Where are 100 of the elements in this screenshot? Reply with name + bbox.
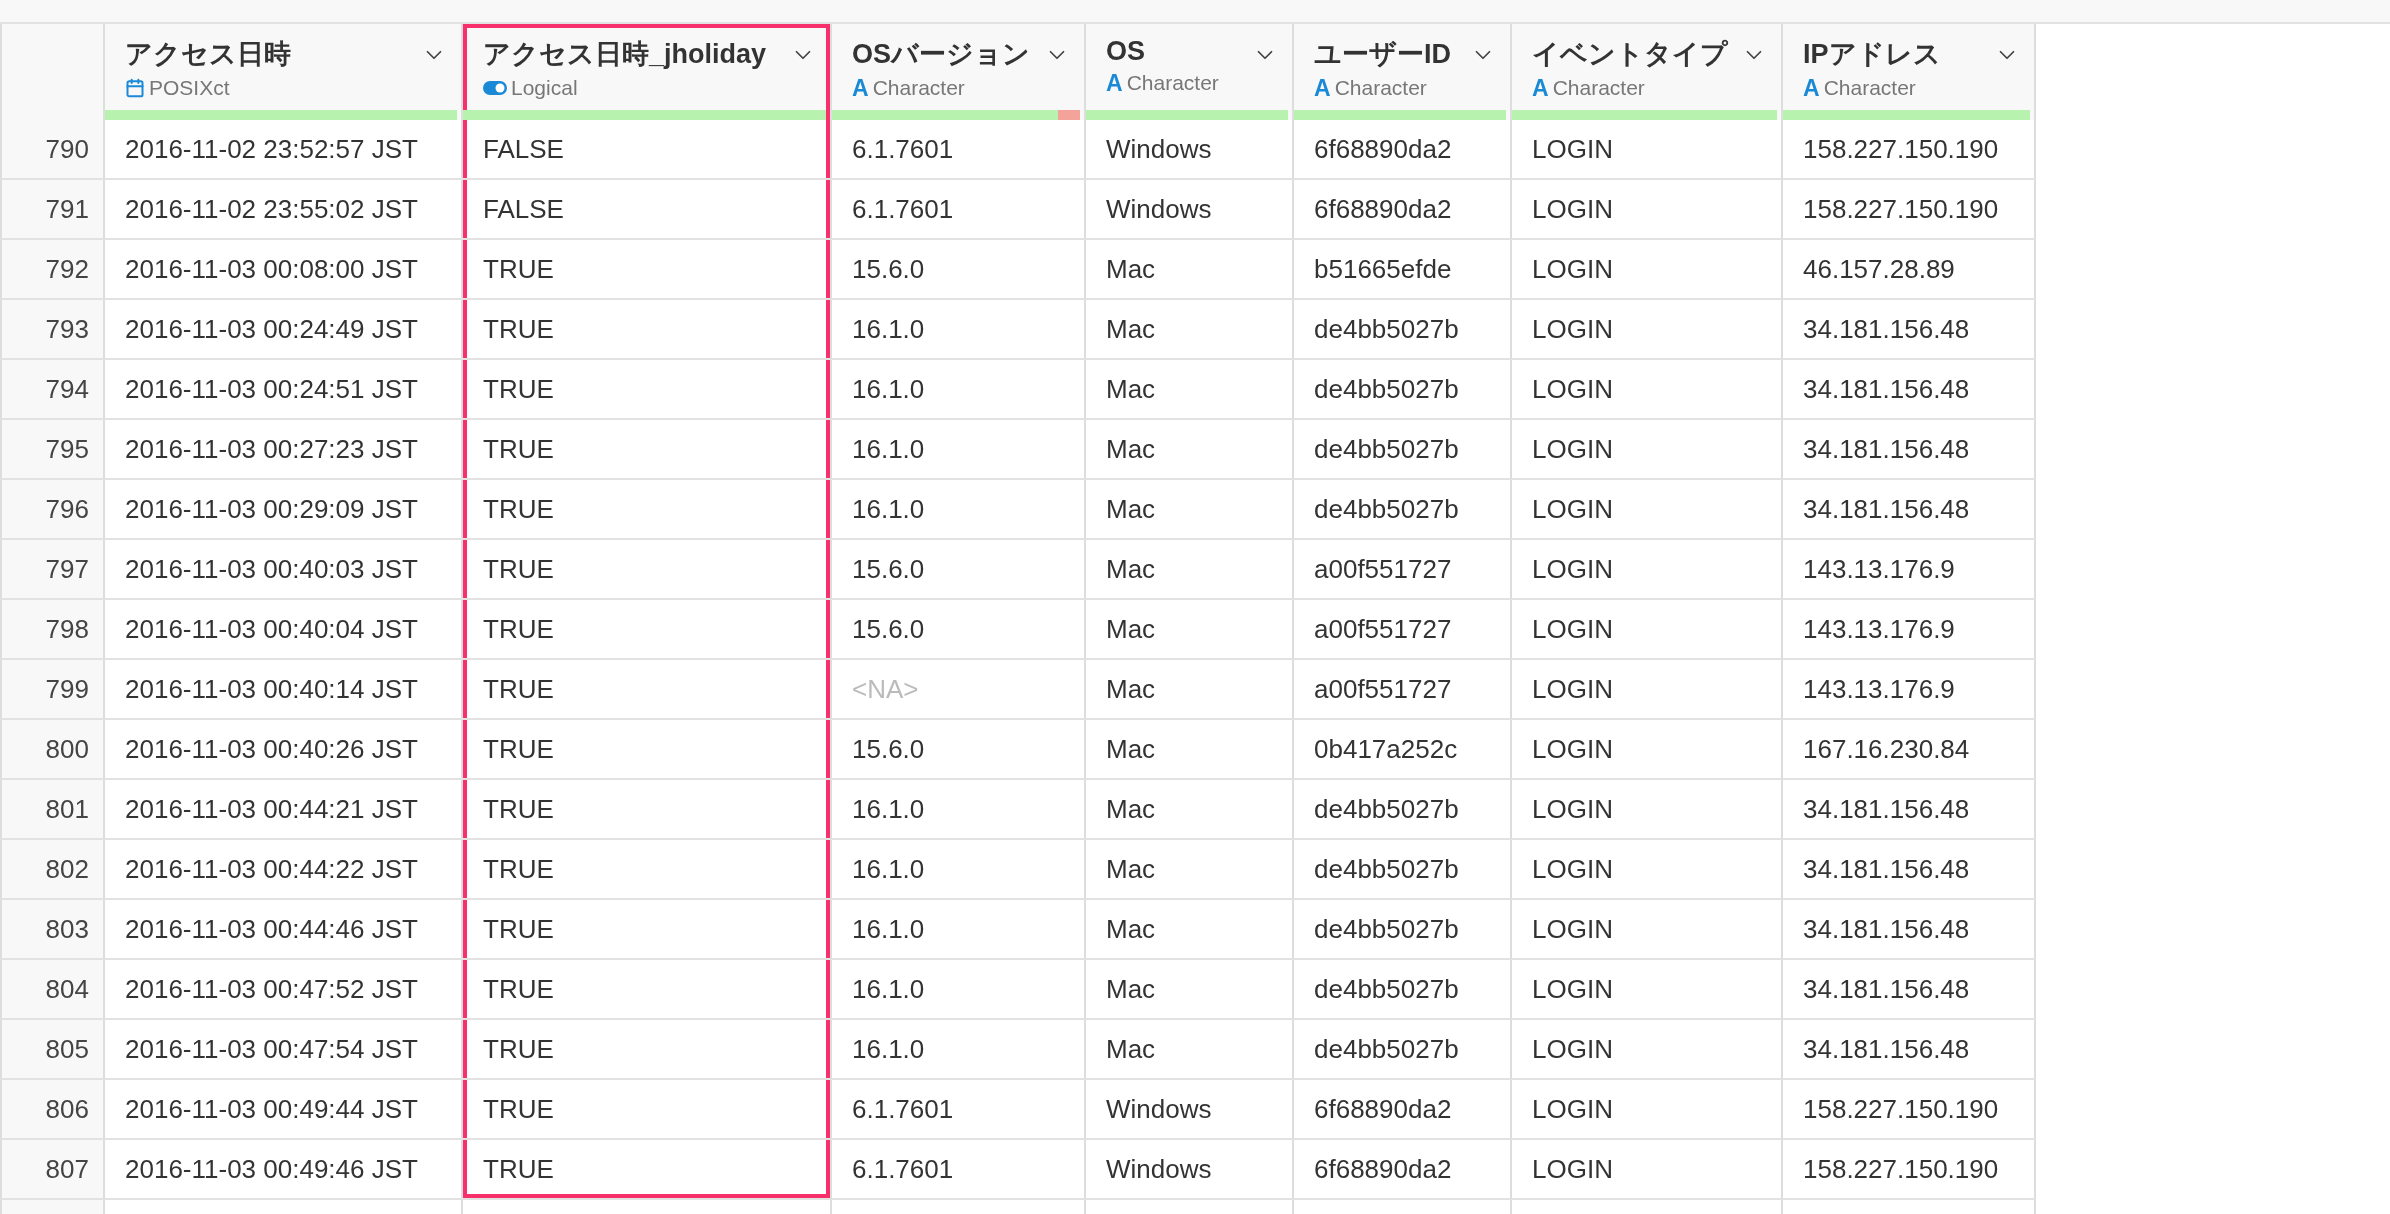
table-cell: 34.181.156.48 bbox=[1783, 1020, 2036, 1080]
table-cell: de4bb5027b bbox=[1294, 420, 1512, 480]
column-type-label: Logical bbox=[511, 76, 578, 100]
table-cell: TRUE bbox=[463, 1080, 832, 1140]
table-cell: LOGIN bbox=[1512, 960, 1783, 1020]
table-cell: 2016-11-03 00:40:03 JST bbox=[105, 540, 463, 600]
table-cell: TRUE bbox=[463, 240, 832, 300]
table-cell: LOGIN bbox=[1512, 600, 1783, 660]
character-type-icon: A bbox=[852, 76, 869, 100]
row-number: 803 bbox=[0, 900, 105, 960]
column-header[interactable]: アクセス日時 POSIXct bbox=[105, 24, 463, 120]
table-cell: 15.6.0 bbox=[832, 600, 1086, 660]
column-header[interactable]: OSバージョン A Character bbox=[832, 24, 1086, 120]
table-cell: de4bb5027b bbox=[1294, 480, 1512, 540]
character-type-icon: A bbox=[1106, 71, 1123, 95]
table-cell: TRUE bbox=[463, 300, 832, 360]
row-number: 805 bbox=[0, 1020, 105, 1080]
table-cell: Mac bbox=[1086, 960, 1294, 1020]
table-cell: 2016-11-03 00:49:46 JST bbox=[105, 1140, 463, 1200]
table-cell: Mac bbox=[1086, 660, 1294, 720]
table-cell: LOGIN bbox=[1512, 120, 1783, 180]
table-cell: LOGIN bbox=[1512, 240, 1783, 300]
row-number: 796 bbox=[0, 480, 105, 540]
table-cell: 2016-11-03 00:47:54 JST bbox=[105, 1020, 463, 1080]
table-cell: Windows bbox=[1086, 180, 1294, 240]
column-header[interactable]: アクセス日時_jholiday Logical bbox=[463, 24, 832, 120]
table-cell: 0b417a252c bbox=[1294, 720, 1512, 780]
table-cell: LOGIN bbox=[1512, 360, 1783, 420]
table-cell: 2016-11-03 00:29:09 JST bbox=[105, 480, 463, 540]
table-cell: Mac bbox=[1086, 720, 1294, 780]
toggle-icon bbox=[483, 81, 507, 95]
table-cell: 2016-11-03 00:08:00 JST bbox=[105, 240, 463, 300]
table-cell: a00f551727 bbox=[1294, 660, 1512, 720]
column-header[interactable]: IPアドレス A Character bbox=[1783, 24, 2036, 120]
table-cell: Windows bbox=[1086, 1140, 1294, 1200]
table-cell: 143.13.176.9 bbox=[1783, 600, 2036, 660]
table-cell: 16.1.0 bbox=[832, 840, 1086, 900]
table-cell: de4bb5027b bbox=[1294, 780, 1512, 840]
table-cell: Mac bbox=[1086, 1020, 1294, 1080]
row-number: 793 bbox=[0, 300, 105, 360]
row-number: 804 bbox=[0, 960, 105, 1020]
column-header[interactable]: イベントタイプ A Character bbox=[1512, 24, 1783, 120]
table-cell: FALSE bbox=[463, 120, 832, 180]
column-type-label: Character bbox=[1823, 76, 1916, 100]
table-cell: TRUE bbox=[463, 1020, 832, 1080]
table-cell: 2016-11-03 00:49:44 JST bbox=[105, 1080, 463, 1140]
table-cell: Mac bbox=[1086, 780, 1294, 840]
table-cell: LOGIN bbox=[1512, 900, 1783, 960]
table-cell: 16.1.0 bbox=[832, 900, 1086, 960]
table-cell: de4bb5027b bbox=[1294, 360, 1512, 420]
row-number: 802 bbox=[0, 840, 105, 900]
table-cell: TRUE bbox=[463, 660, 832, 720]
table-cell: TRUE bbox=[463, 780, 832, 840]
table-cell: TRUE bbox=[463, 420, 832, 480]
row-number: 795 bbox=[0, 420, 105, 480]
row-number: 790 bbox=[0, 120, 105, 180]
table-cell: 34.181.156.48 bbox=[1783, 960, 2036, 1020]
table-cell: 2016-11-03 00:44:22 JST bbox=[105, 840, 463, 900]
column-type-label: POSIXct bbox=[149, 76, 230, 100]
table-cell: de4bb5027b bbox=[1294, 840, 1512, 900]
table-cell: 6.1.7601 bbox=[832, 1140, 1086, 1200]
column-title: ユーザーID bbox=[1314, 38, 1452, 71]
column-header[interactable]: ユーザーID A Character bbox=[1294, 24, 1512, 120]
table-cell: 158.227.150.190 bbox=[1783, 120, 2036, 180]
table-cell: LOGIN bbox=[1512, 180, 1783, 240]
table-cell: 15.6.0 bbox=[832, 720, 1086, 780]
column-header[interactable]: OS A Character bbox=[1086, 24, 1294, 120]
column-type-label: Character bbox=[1126, 71, 1219, 95]
table-cell: 16.1.0 bbox=[832, 420, 1086, 480]
row-number: 797 bbox=[0, 540, 105, 600]
table-cell: Mac bbox=[1086, 540, 1294, 600]
table-cell: 16.1.0 bbox=[832, 300, 1086, 360]
column-type-label: Character bbox=[1552, 76, 1645, 100]
row-number: 800 bbox=[0, 720, 105, 780]
row-number: 806 bbox=[0, 1080, 105, 1140]
table-cell: Windows bbox=[1086, 120, 1294, 180]
column-title: アクセス日時 bbox=[125, 38, 292, 71]
table-cell: 2016-11-03 00:44:46 JST bbox=[105, 900, 463, 960]
table-cell: 6.1.7601 bbox=[832, 1080, 1086, 1140]
table-cell: Mac bbox=[1086, 360, 1294, 420]
table-cell: LOGIN bbox=[1512, 420, 1783, 480]
table-cell: TRUE bbox=[463, 900, 832, 960]
table-cell: TRUE bbox=[463, 720, 832, 780]
calendar-icon bbox=[125, 78, 145, 98]
table-cell: TRUE bbox=[463, 480, 832, 540]
table-cell: <NA> bbox=[832, 660, 1086, 720]
column-type-label: Character bbox=[872, 76, 965, 100]
table-cell: de4bb5027b bbox=[1294, 300, 1512, 360]
column-title: IPアドレス bbox=[1803, 38, 1942, 71]
column-title: アクセス日時_jholiday bbox=[483, 38, 768, 71]
row-number: 791 bbox=[0, 180, 105, 240]
missing-bar-segment bbox=[1057, 110, 1080, 120]
table-cell: TRUE bbox=[463, 1140, 832, 1200]
table-cell: TRUE bbox=[463, 360, 832, 420]
table-cell: Mac bbox=[1086, 480, 1294, 540]
table-cell: 15.6.0 bbox=[832, 240, 1086, 300]
row-number: 801 bbox=[0, 780, 105, 840]
table-cell: 143.13.176.9 bbox=[1783, 660, 2036, 720]
table-cell: Mac bbox=[1086, 240, 1294, 300]
table-cell: 158.227.150.190 bbox=[1783, 180, 2036, 240]
